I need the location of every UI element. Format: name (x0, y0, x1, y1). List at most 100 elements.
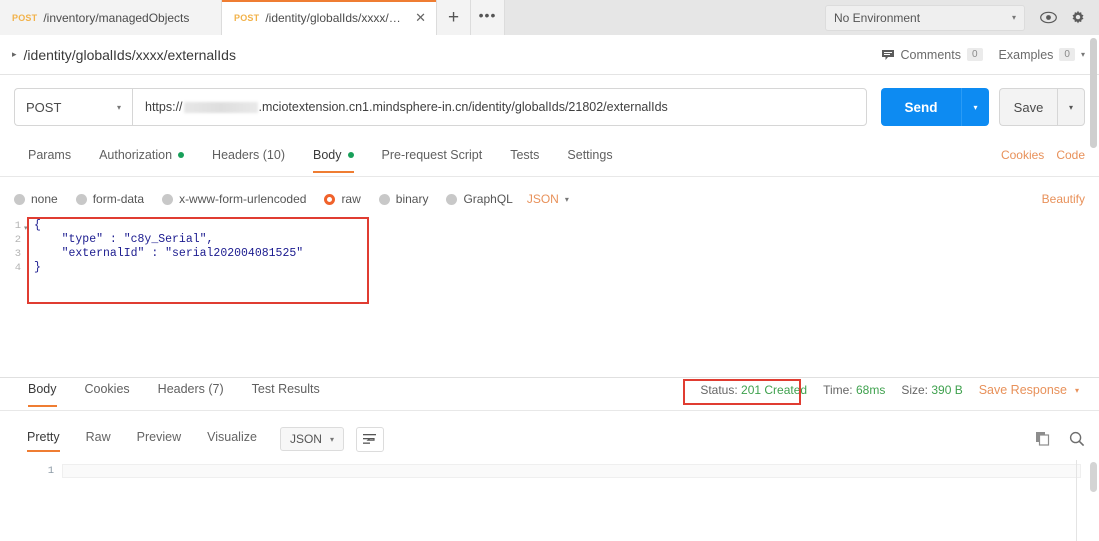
comments-label: Comments (900, 47, 961, 62)
chevron-down-icon: ▾ (116, 102, 121, 112)
beautify-button[interactable]: Beautify (1042, 192, 1085, 206)
examples-count: 0 (1059, 48, 1075, 61)
gear-icon[interactable] (1063, 5, 1093, 31)
word-wrap-icon[interactable] (355, 426, 384, 452)
status-label: Status: (700, 383, 738, 397)
response-format-label: JSON (289, 432, 322, 446)
response-line-numbers: 1 (0, 460, 62, 541)
response-format-selector[interactable]: JSON ▾ (279, 427, 344, 451)
chevron-down-icon: ▾ (564, 194, 569, 204)
http-method-selector[interactable]: POST ▾ (14, 88, 132, 126)
radio-icon (446, 193, 458, 205)
cookies-link[interactable]: Cookies (1001, 148, 1044, 162)
save-response-caret-icon[interactable]: ▾ (1075, 386, 1079, 395)
viewer-tab-pretty[interactable]: Pretty (14, 426, 73, 452)
viewer-tab-visualize[interactable]: Visualize (194, 426, 270, 452)
body-type-label: binary (395, 192, 429, 206)
environment-label: No Environment (834, 10, 921, 25)
tab-label: Test Results (251, 382, 320, 396)
tab-title: /identity/globalIds/xxxx/exter... (265, 10, 405, 25)
editor-fold-column[interactable]: ▾ (24, 215, 34, 375)
response-content[interactable] (62, 460, 1099, 541)
comment-icon (881, 49, 895, 61)
tab-tests[interactable]: Tests (496, 144, 553, 173)
response-empty-line (62, 464, 1081, 478)
viewer-tab-preview[interactable]: Preview (124, 426, 194, 452)
response-tab-cookies[interactable]: Cookies (71, 378, 144, 407)
status-value: 201 Created (741, 383, 808, 397)
response-viewer-tabs: Pretty Raw Preview Visualize JSON ▾ (14, 426, 384, 452)
response-tabs-list: Body Cookies Headers (7) Test Results (14, 378, 334, 407)
status-dot-icon (178, 152, 185, 158)
save-button[interactable]: Save (999, 88, 1057, 126)
fold-triangle-icon[interactable]: ▾ (24, 225, 28, 232)
close-icon[interactable]: ✕ (415, 11, 426, 24)
body-format-selector[interactable]: JSON ▾ (527, 192, 569, 206)
send-options-icon[interactable]: ▾ (961, 88, 989, 126)
main-scrollbar-thumb[interactable] (1090, 38, 1097, 148)
tab-headers[interactable]: Headers (10) (198, 144, 299, 173)
body-type-bar: none form-data x-www-form-urlencoded raw… (0, 186, 1099, 212)
tab-label: Cookies (84, 382, 130, 396)
examples-label: Examples (998, 47, 1054, 62)
tab-label: Headers (7) (157, 382, 224, 396)
tab-pre-request-script[interactable]: Pre-request Script (368, 144, 497, 173)
viewer-tab-raw[interactable]: Raw (73, 426, 124, 452)
breadcrumb-bar: ▸ /identity/globalIds/xxxx/externalIds C… (0, 35, 1099, 75)
comments-button[interactable]: Comments 0 (881, 48, 983, 62)
breadcrumb[interactable]: ▸ /identity/globalIds/xxxx/externalIds (12, 47, 236, 63)
radio-icon (378, 193, 390, 205)
body-format-label: JSON (526, 192, 559, 206)
response-tab-test-results[interactable]: Test Results (238, 378, 334, 407)
tab-method-label: POST (234, 12, 260, 23)
save-response-button[interactable]: Save Response (979, 383, 1067, 397)
request-section-tabs: Params Authorization Headers (10) Body P… (0, 144, 1099, 177)
url-input[interactable]: https:// .mciotextension.cn1.mindsphere-i… (132, 88, 867, 126)
radio-icon (14, 193, 25, 205)
response-viewer-actions (1035, 431, 1085, 447)
request-tab-inventory[interactable]: POST /inventory/managedObjects (0, 0, 222, 35)
save-options-icon[interactable]: ▾ (1057, 88, 1085, 126)
response-scrollbar-thumb[interactable] (1090, 462, 1097, 492)
body-type-binary[interactable]: binary (378, 192, 429, 206)
tabstrip-spacer (505, 0, 825, 35)
tab-label: Params (28, 148, 72, 162)
request-links: Cookies Code (1001, 144, 1085, 162)
body-type-form-data[interactable]: form-data (75, 192, 144, 206)
chevron-right-icon[interactable]: ▸ (12, 49, 17, 60)
eye-icon[interactable] (1033, 5, 1063, 31)
page-title: /identity/globalIds/xxxx/externalIds (23, 46, 236, 63)
editor-content[interactable]: { "type" : "c8y_Serial", "externalId" : … (34, 215, 1099, 375)
size-value: 390 B (931, 383, 963, 397)
body-type-label: GraphQL (463, 192, 513, 206)
tab-label: Pre-request Script (381, 148, 483, 162)
copy-icon[interactable] (1035, 431, 1051, 447)
examples-button[interactable]: Examples 0 ▾ (999, 48, 1085, 62)
request-tab-externalids[interactable]: POST /identity/globalIds/xxxx/exter... ✕ (222, 0, 437, 35)
body-type-none[interactable]: none (14, 192, 58, 206)
request-body-editor[interactable]: 1 2 3 4 ▾ { "type" : "c8y_Serial", "externa… (0, 215, 1099, 375)
tab-settings[interactable]: Settings (553, 144, 626, 173)
tab-authorization[interactable]: Authorization (85, 144, 198, 173)
tab-label: Settings (567, 148, 613, 162)
more-tabs-icon[interactable]: ••• (471, 0, 505, 35)
response-body-viewer[interactable]: 1 (0, 460, 1099, 541)
body-type-graphql[interactable]: GraphQL (446, 192, 513, 206)
tab-body[interactable]: Body (299, 144, 368, 173)
code-link[interactable]: Code (1056, 148, 1085, 162)
response-right-border (1076, 460, 1077, 541)
url-prefix: https:// (145, 100, 183, 114)
response-tab-body[interactable]: Body (14, 378, 71, 407)
new-tab-button[interactable]: + (437, 0, 471, 35)
environment-selector[interactable]: No Environment ▾ (825, 4, 1025, 31)
tab-label: Authorization (99, 148, 173, 162)
tab-params[interactable]: Params (14, 144, 85, 173)
response-tab-headers[interactable]: Headers (7) (144, 378, 238, 407)
body-type-urlencoded[interactable]: x-www-form-urlencoded (162, 192, 306, 206)
search-icon[interactable] (1069, 431, 1085, 447)
chevron-down-icon: ▾ (1080, 50, 1085, 59)
send-button[interactable]: Send (881, 88, 961, 126)
tab-label: Body (28, 382, 57, 396)
response-viewer-toolbar: Pretty Raw Preview Visualize JSON ▾ (0, 420, 1099, 458)
body-type-raw[interactable]: raw (324, 192, 361, 206)
